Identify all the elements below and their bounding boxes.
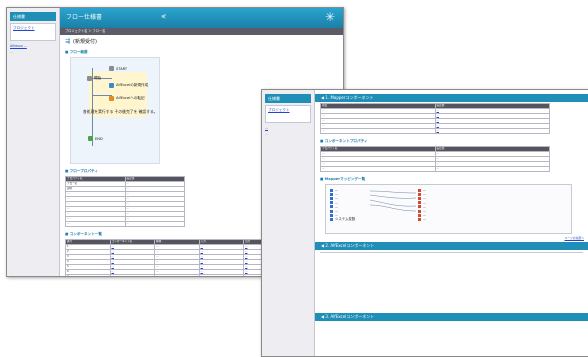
gear-icon [109, 66, 114, 71]
table-cell[interactable]: ... [434, 128, 550, 134]
end-icon [88, 136, 93, 141]
flow-diagram: START 開始 AlfExcelの新規作成 AlfExcelへの転記 各処理を… [70, 57, 160, 164]
component-header: ◀ 2. AlfExcelコンポーネント [315, 242, 588, 250]
mapper-table: 項目 設定値.............................. [320, 103, 550, 134]
page-header: フロー仕様書 ⋞ ✳ [60, 8, 343, 28]
flow-props-table: プロパティ名 設定値 フロー名... 説明......................… [65, 176, 185, 227]
table-cell: ... [320, 128, 436, 134]
table-cell: ... [434, 166, 550, 172]
page-title-text: (新規受付) [73, 39, 97, 45]
page-title: ⇶ (新規受付) [65, 38, 338, 45]
share-icon[interactable]: ⋞ [161, 13, 166, 20]
table-cell: ... [124, 221, 185, 227]
sidebar-title: 仕様書 [265, 94, 311, 103]
mapping-section-heading: ■ Mapperマッピング一覧 [320, 177, 366, 181]
sidebar-link[interactable]: ... [265, 126, 311, 130]
sidebar: 仕様書 プロジェクト ... ... [262, 90, 315, 356]
table-cell: ... [320, 166, 436, 172]
bird-logo-icon: ✳ [324, 10, 335, 24]
flow-note: 各処理を実行する その後完了を 確認する。 [83, 109, 158, 114]
table-cell[interactable]: ... [198, 274, 244, 276]
table-cell: 7 [65, 274, 111, 276]
main-content: ◀ 1. Mapperコンポーネント 項目 設定値................… [315, 90, 588, 356]
table-row: ...... [65, 221, 185, 227]
table-row: ...... [320, 128, 550, 134]
sidebar-link[interactable]: Alfresco ... [10, 44, 56, 48]
flow-node[interactable]: AlfExcelへの転記 [109, 96, 145, 101]
mapping-diagram: ..................... システム変数 ............… [325, 184, 572, 234]
component-props-heading: ■ コンポーネントプロパティ [320, 139, 368, 143]
mapping-lines [369, 190, 417, 212]
component-header: ◀ 3. AlfExcelコンポーネント [315, 313, 588, 321]
divider [320, 252, 583, 253]
sidebar-footer: ... [265, 132, 268, 136]
flow-icon: ⇶ [65, 38, 71, 45]
flow-node[interactable]: 開始 [87, 76, 101, 81]
table-row: ...... [320, 166, 550, 172]
sidebar-footer: ... [10, 50, 13, 54]
sidebar-project-link[interactable]: プロジェクト [265, 105, 311, 123]
table-cell: ... [154, 274, 200, 276]
breadcrumb: プロジェクト名 ＞ フロー名 [60, 28, 343, 35]
gear-icon [87, 76, 92, 81]
component-spec-window: 仕様書 プロジェクト ... ... ◀ 1. Mapperコンポーネント 項目… [261, 89, 588, 357]
sidebar: 仕様書 プロジェクト Alfresco ... ... [7, 8, 60, 276]
table-cell: ... [65, 221, 126, 227]
flow-section-heading: ■ フロー概要 [65, 50, 88, 54]
page-top-link[interactable]: ページの先頭へ [564, 236, 584, 240]
header-title: フロー仕様書 [66, 14, 103, 21]
flow-node[interactable]: AlfExcelの新規作成 [109, 83, 148, 88]
component-header: ◀ 1. Mapperコンポーネント [315, 94, 588, 102]
flow-node[interactable]: START [109, 66, 127, 71]
input-icon [109, 96, 114, 101]
flow-node[interactable]: END [88, 136, 103, 141]
sidebar-title: 仕様書 [10, 12, 56, 21]
table-cell[interactable]: ... [109, 274, 155, 276]
sidebar-project-link[interactable]: プロジェクト [10, 23, 56, 41]
component-props-table: プロパティ名 設定値........................ [320, 146, 550, 172]
output-icon [109, 83, 114, 88]
